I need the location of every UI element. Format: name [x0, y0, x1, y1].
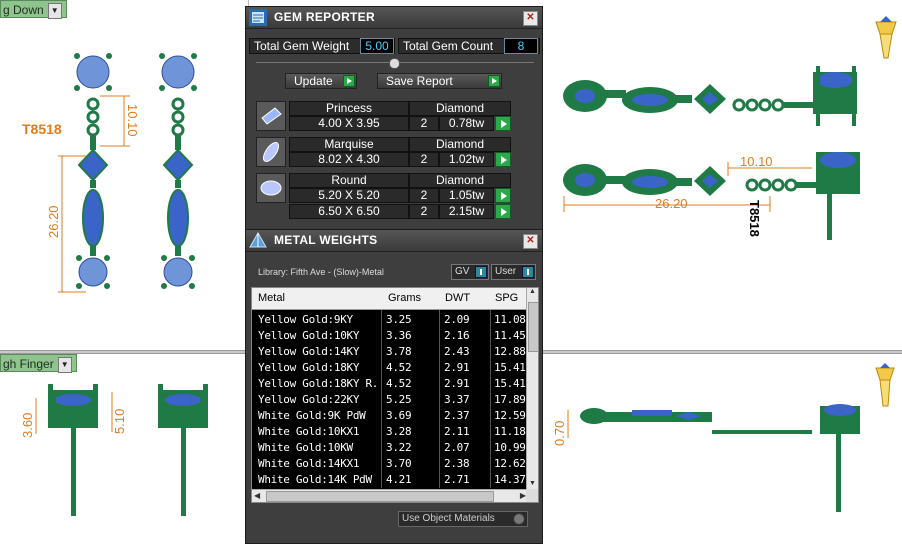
gem-reporter-titlebar[interactable]: GEM REPORTER ✕ — [246, 7, 542, 29]
gem-select-button[interactable] — [495, 204, 511, 219]
earring-top-model-left — [48, 384, 98, 516]
gem-size: 8.02 X 4.30 — [289, 152, 409, 167]
close-button[interactable]: ✕ — [523, 234, 538, 249]
dimension-label: 10.10 — [125, 104, 140, 137]
panel-title: GEM REPORTER — [274, 10, 375, 24]
gem-size: 5.20 X 5.20 — [289, 188, 409, 203]
gem-weight: 2.15tw — [439, 204, 494, 219]
earring-side-model-upper — [563, 66, 857, 126]
save-report-button[interactable]: Save Report — [377, 73, 502, 89]
metal-weights-panel: METAL WEIGHTS ✕ Library: Fifth Ave - (Sl… — [245, 229, 543, 544]
table-row[interactable]: White Gold:10KW 3.22 2.07 10.99 — [252, 440, 528, 456]
earring-side-view: 26.20 10.10 T8518 — [563, 16, 897, 240]
arrow-right-icon — [343, 75, 355, 87]
table-row[interactable]: Yellow Gold:10KY 3.36 2.16 11.45 — [252, 328, 528, 344]
table-row[interactable]: Yellow Gold:14KY 3.78 2.43 12.88 — [252, 344, 528, 360]
viewport-top-left[interactable]: g Down ▼ 10.10 26.20 T8518 — [0, 0, 249, 350]
earring-front-view: 10.10 26.20 T8518 — [22, 53, 197, 293]
collapse-handle[interactable] — [389, 58, 400, 69]
earring-top-view: 3.60 5.10 — [20, 384, 208, 516]
gem-select-button[interactable] — [495, 116, 511, 131]
column-header-grams[interactable]: Grams — [388, 292, 421, 304]
info-icon — [522, 266, 534, 278]
table-header: Metal Grams DWT SPG — [252, 288, 528, 310]
gem-select-button[interactable] — [495, 188, 511, 203]
earring-top-model-right — [158, 384, 208, 516]
panel-title: METAL WEIGHTS — [274, 233, 378, 247]
gem-quantity: 2 — [409, 116, 439, 131]
gem-weight: 0.78tw — [439, 116, 494, 131]
earring-right-model — [159, 53, 197, 289]
dimension-label: 10.10 — [740, 154, 773, 169]
earring-side-model-lower — [563, 152, 860, 240]
gem-shape: Marquise — [289, 137, 409, 152]
earring-bottom-model — [580, 404, 860, 512]
column-header-metal[interactable]: Metal — [258, 292, 285, 304]
gem-weight: 1.02tw — [439, 152, 494, 167]
dimension-label: 26.20 — [46, 205, 61, 238]
update-button[interactable]: Update — [285, 73, 357, 89]
vertical-scrollbar[interactable]: ▲ ▼ — [526, 288, 538, 490]
total-gem-count-value: 8 — [504, 38, 538, 54]
total-gem-weight-value: 5.00 — [360, 38, 394, 54]
gem-material: Diamond — [409, 101, 511, 116]
gem-select-button[interactable] — [495, 152, 511, 167]
table-row[interactable]: White Gold:10KX1 3.28 2.11 11.18 — [252, 424, 528, 440]
gv-toggle[interactable]: GV — [451, 264, 489, 280]
user-toggle[interactable]: User — [491, 264, 536, 280]
metal-weights-table[interactable]: Metal Grams DWT SPG Yellow Gold:9KY 3.25 2… — [251, 287, 539, 503]
arrow-right-icon — [488, 75, 500, 87]
table-row[interactable]: White Gold:14KX1 3.70 2.38 12.62 — [252, 456, 528, 472]
view-cube-icon[interactable] — [875, 16, 897, 59]
gem-shape: Round — [289, 173, 409, 188]
column-header-dwt[interactable]: DWT — [445, 292, 470, 304]
scroll-thumb[interactable] — [266, 491, 494, 502]
earring-bottom-side-view: 0.70 — [552, 363, 895, 512]
marquise-gem-icon — [256, 137, 286, 167]
dimension-label: 3.60 — [20, 413, 35, 438]
table-row[interactable]: White Gold:14K PdW 4.21 2.71 14.37 — [252, 472, 528, 488]
dimension-label: 5.10 — [112, 409, 127, 434]
use-object-materials-toggle[interactable]: Use Object Materials — [398, 511, 528, 527]
round-gem-icon — [256, 173, 286, 203]
gem-material: Diamond — [409, 137, 511, 152]
table-row[interactable]: Yellow Gold:18KY 4.52 2.91 15.41 — [252, 360, 528, 376]
scroll-up-icon[interactable]: ▲ — [528, 288, 537, 298]
gem-reporter-panel: GEM REPORTER ✕ Total Gem Weight 5.00 Tot… — [245, 6, 543, 230]
gem-size: 4.00 X 3.95 — [289, 116, 409, 131]
viewport-bottom-right[interactable]: 0.70 — [540, 354, 902, 544]
column-header-spg[interactable]: SPG — [495, 292, 518, 304]
model-tag: T8518 — [22, 121, 62, 137]
princess-gem-icon — [256, 101, 286, 131]
table-row[interactable]: Yellow Gold:22KY 5.25 3.37 17.89 — [252, 392, 528, 408]
viewport-top-right[interactable]: 26.20 10.10 T8518 — [540, 0, 902, 350]
gem-quantity: 2 — [409, 188, 439, 203]
close-button[interactable]: ✕ — [523, 11, 538, 26]
toggle-icon — [513, 513, 525, 525]
gem-weight: 1.05tw — [439, 188, 494, 203]
table-row[interactable]: Yellow Gold:18KY R... 4.52 2.91 15.41 — [252, 376, 528, 392]
library-label: Library: Fifth Ave - (Slow)-Metal — [258, 267, 384, 277]
gem-quantity: 2 — [409, 152, 439, 167]
gem-size: 6.50 X 6.50 — [289, 204, 409, 219]
view-cube-icon[interactable] — [875, 363, 895, 407]
earring-left-model — [74, 53, 112, 289]
metal-weights-icon — [249, 232, 267, 248]
dimension-label: 0.70 — [552, 421, 567, 446]
table-row[interactable]: Yellow Gold:9KY 3.25 2.09 11.08 — [252, 312, 528, 328]
gem-quantity: 2 — [409, 204, 439, 219]
viewport-bottom-left[interactable]: gh Finger ▼ 3.60 5.10 — [0, 354, 249, 544]
gem-shape: Princess — [289, 101, 409, 116]
table-row[interactable]: White Gold:9K PdW 3.69 2.37 12.59 — [252, 408, 528, 424]
gem-report-icon — [249, 9, 267, 26]
dimension-label: 26.20 — [655, 196, 688, 211]
scroll-left-icon[interactable]: ◀ — [254, 491, 260, 500]
scroll-thumb[interactable] — [528, 302, 538, 352]
gem-material: Diamond — [409, 173, 511, 188]
model-tag-rotated: T8518 — [747, 200, 762, 237]
metal-weights-titlebar[interactable]: METAL WEIGHTS ✕ — [246, 230, 542, 252]
info-icon — [475, 266, 487, 278]
horizontal-scrollbar[interactable]: ◀ ▶ — [252, 489, 528, 502]
